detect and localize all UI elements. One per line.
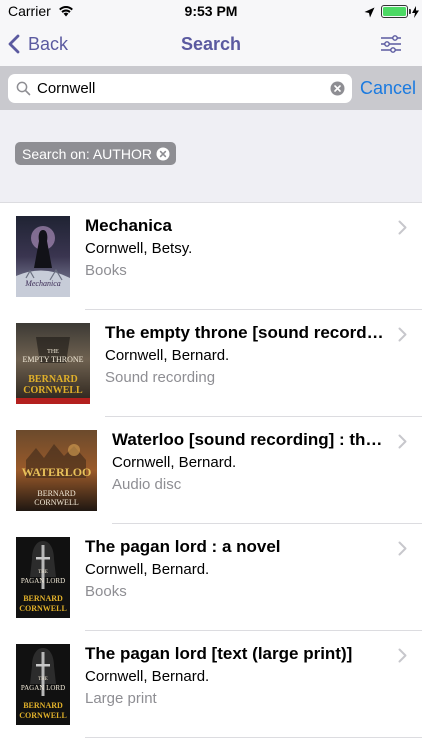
result-title: Waterloo [sound recording] : the history… [112,430,387,449]
cover-text: Mechanica [24,279,61,288]
result-title: The pagan lord [text (large print)] [85,644,353,663]
charging-bolt-icon [412,5,419,23]
result-format: Books [85,262,127,279]
chevron-right-icon [398,220,407,240]
result-title: The empty throne [sound recording] : a n… [105,323,387,342]
filter-settings-button[interactable] [378,32,404,56]
clear-search-icon[interactable] [330,81,345,101]
results-list: Mechanica Mechanica Cornwell, Betsy. Boo… [0,203,422,738]
search-scope-chip[interactable]: Search on: AUTHOR [15,142,176,165]
chevron-right-icon [398,648,407,668]
chevron-right-icon [398,327,407,347]
result-author: Cornwell, Bernard. [112,454,237,471]
cover-text: BERNARD [37,489,75,498]
magnifier-icon [16,81,31,101]
cover-text: BERNARD [23,701,63,710]
sliders-icon [381,35,401,53]
book-cover-image: WATERLOO BERNARD CORNWELL [16,430,97,511]
navigation-bar: Back Search [0,22,422,66]
cancel-button[interactable]: Cancel [360,78,416,99]
cover-text: PAGAN LORD [21,577,65,585]
search-scope-label: Search on: AUTHOR [22,145,152,162]
book-cover-image: THE PAGAN LORD BERNARD CORNWELL [16,644,70,725]
cover-text: THE [38,677,48,682]
cover-text: THE [38,570,48,575]
status-bar: Carrier 9:53 PM [0,0,422,22]
result-format: Large print [85,690,157,707]
cover-text: BERNARD [23,594,63,603]
cover-text: BERNARD [28,374,77,385]
search-field [8,74,352,103]
row-divider [85,737,422,738]
result-author: Cornwell, Bernard. [85,561,210,578]
back-button[interactable]: Back [8,30,68,58]
search-bar: Cancel [0,66,422,110]
cover-text: WATERLOO [22,465,92,479]
battery-tip [409,9,411,14]
result-row[interactable]: Mechanica Mechanica Cornwell, Betsy. Boo… [0,203,422,310]
result-author: Cornwell, Bernard. [85,668,210,685]
result-row[interactable]: THE EMPTY THRONE BERNARD CORNWELL The em… [0,310,422,417]
result-author: Cornwell, Betsy. [85,240,193,257]
result-format: Audio disc [112,476,182,493]
result-title: The pagan lord : a novel [85,537,281,556]
cover-text: EMPTY THRONE [22,355,83,364]
book-cover-image: Mechanica [16,216,70,297]
cover-text: PAGAN LORD [21,684,65,692]
book-cover-image: THE PAGAN LORD BERNARD CORNWELL [16,537,70,618]
result-row[interactable]: THE PAGAN LORD BERNARD CORNWELL The paga… [0,524,422,631]
result-format: Books [85,583,127,600]
battery-icon [381,5,408,18]
remove-filter-icon[interactable] [156,147,170,161]
cover-text: CORNWELL [34,498,79,507]
result-row[interactable]: WATERLOO BERNARD CORNWELL Waterloo [soun… [0,417,422,524]
cover-text: CORNWELL [19,604,67,613]
search-filter-area: Search on: AUTHOR [0,110,422,203]
result-format: Sound recording [105,369,216,386]
result-row[interactable]: THE PAGAN LORD BERNARD CORNWELL The paga… [0,631,422,738]
book-cover-image: THE EMPTY THRONE BERNARD CORNWELL [16,323,90,404]
back-label: Back [28,33,69,54]
chevron-left-icon [8,34,20,54]
chevron-right-icon [398,434,407,454]
cover-text: CORNWELL [19,711,67,720]
search-input[interactable] [37,74,327,103]
result-title: Mechanica [85,216,172,235]
location-arrow-icon [364,5,375,23]
result-author: Cornwell, Bernard. [105,347,230,364]
chevron-right-icon [398,541,407,561]
status-time: 9:53 PM [184,3,238,19]
cover-text: CORNWELL [23,385,83,396]
